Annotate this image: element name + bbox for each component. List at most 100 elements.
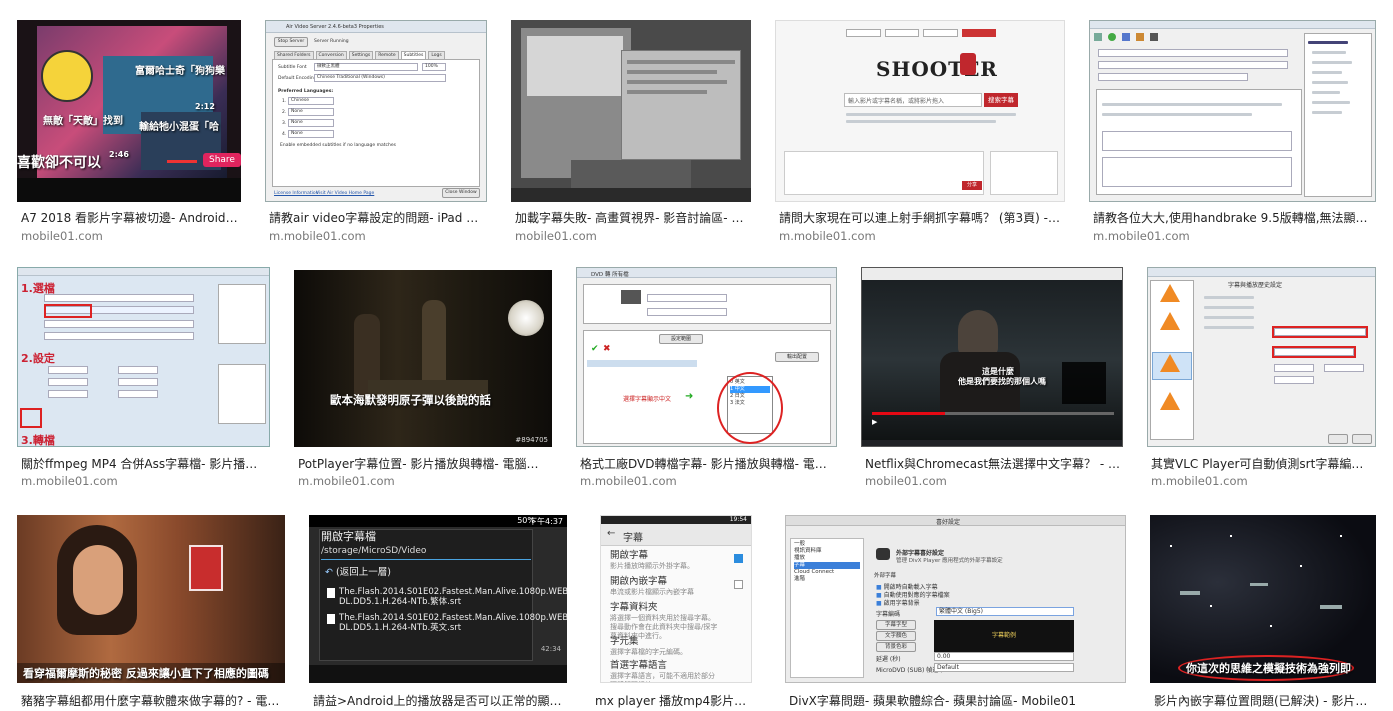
- result-card-2[interactable]: Air Video Server 2.4.6-beta3 Properties …: [265, 20, 487, 244]
- thumb6-section-3: 3.轉檔: [21, 434, 55, 447]
- result-thumbnail-10[interactable]: 字幕與播放歷史設定: [1147, 267, 1376, 447]
- result-caption-5[interactable]: 請教各位大大,使用handbrake 9.5版轉檔,無法顯示字幕: [1093, 210, 1374, 226]
- thumb8-highlight-ring: [717, 372, 783, 444]
- file-icon: [327, 614, 335, 624]
- check-icon: ✔: [591, 344, 599, 354]
- result-card-10[interactable]: 字幕與播放歷史設定 其實VLC Player可自動偵測srt字幕編碼- 電腦軟體…: [1147, 267, 1376, 491]
- thumb10-highlight-box-2: [1272, 346, 1356, 358]
- result-card-12[interactable]: 50% 下午4:37 開啟字幕檔 /storage/MicroSD/Video …: [309, 515, 567, 711]
- thumb2-embed-option: Enable embedded subtitles if no language…: [280, 143, 396, 148]
- result-caption-1[interactable]: A7 2018 看影片字幕被切邊- Android手機- 手機討論區- Mobi…: [21, 210, 239, 226]
- thumb2-lang-num: 3.: [282, 121, 287, 126]
- thumb2-font-label: Subtitle Font: [278, 65, 307, 70]
- thumb1-subtitle-4: 喜歡卻不可以: [17, 155, 101, 171]
- thumb12-path: /storage/MicroSD/Video: [321, 546, 427, 556]
- thumb14-delay-label: 延遲 (秒): [876, 656, 901, 663]
- result-thumbnail-2[interactable]: Air Video Server 2.4.6-beta3 Properties …: [265, 20, 487, 202]
- lamp-icon: [508, 300, 544, 336]
- result-caption-3[interactable]: 加載字幕失敗- 高畫質視界- 影音討論區- Mobile01: [515, 210, 749, 226]
- dvd-icon: [621, 290, 641, 304]
- result-caption-15[interactable]: 影片內嵌字幕位置問題(已解決) - 影片播放與轉檔: [1154, 693, 1374, 709]
- thumb7-watermark: #894705: [515, 436, 548, 444]
- thumb13-item-title: 字元集: [610, 636, 639, 647]
- result-card-3[interactable]: 加載字幕失敗- 高畫質視界- 影音討論區- Mobile01 mobile01.…: [511, 20, 751, 244]
- thumb14-desc: 管理 DivX Player 應用程式的外部字幕設定: [896, 558, 1003, 564]
- result-thumbnail-15[interactable]: 你這次的思維之模擬技術為強列即: [1150, 515, 1376, 683]
- back-arrow-icon: ↶: [325, 567, 336, 578]
- result-thumbnail-14[interactable]: 喜好設定 一般 視訊資料庫 播放 字幕 Cloud Connect 進階 外部字…: [785, 515, 1126, 683]
- playing-card-icon: [189, 545, 223, 591]
- thumb6-highlight-box: [44, 304, 92, 318]
- result-card-15[interactable]: 你這次的思維之模擬技術為強列即 影片內嵌字幕位置問題(已解決) - 影片播放與轉…: [1150, 515, 1376, 711]
- thumb2-lang-num: 1.: [282, 99, 287, 104]
- thumb2-lang-field: None: [288, 108, 334, 116]
- result-card-7[interactable]: 歐本海默發明原子彈以後說的話 #894705 PotPlayer字幕位置- 影片…: [294, 267, 552, 491]
- thumb1-share-badge: Share: [203, 153, 241, 167]
- result-domain-7: m.mobile01.com: [298, 474, 395, 488]
- vlc-cone-icon: [1160, 284, 1180, 302]
- result-caption-2[interactable]: 請教air video字幕設定的問題- iPad 討論區- Mobile01: [269, 210, 485, 226]
- thumb2-license-link: License Information: [274, 191, 319, 196]
- thumb14-enc-label: 字幕編碼: [876, 611, 901, 618]
- result-card-5[interactable]: 請教各位大大,使用handbrake 9.5版轉檔,無法顯示字幕 m.mobil…: [1089, 20, 1376, 244]
- thumb6-highlight-box-2: [20, 408, 42, 428]
- thumb14-group: 外部字幕: [874, 573, 897, 579]
- result-card-8[interactable]: DVD 轉 所有檔 設定範圍 輸出配置 ✔ ✖ 選擇字幕顯示中文 ➜ 0 英文 …: [576, 267, 837, 491]
- result-thumbnail-7[interactable]: 歐本海默發明原子彈以後說的話 #894705: [294, 270, 552, 447]
- thumb14-side-item: Cloud Connect: [794, 569, 835, 575]
- thumb1-subtitle-2: 無敵「天敵」找到: [43, 116, 123, 127]
- thumb14-enc-select: 繁體中文 (Big5): [936, 607, 1074, 616]
- result-thumbnail-3[interactable]: [511, 20, 751, 202]
- result-caption-10[interactable]: 其實VLC Player可自動偵測srt字幕編碼- 電腦軟體: [1151, 456, 1374, 472]
- result-caption-13[interactable]: mx player 播放mp4影片如何外掛字幕: [595, 693, 753, 709]
- result-thumbnail-12[interactable]: 50% 下午4:37 開啟字幕檔 /storage/MicroSD/Video …: [309, 515, 567, 683]
- thumb14-preview: 字幕範例: [934, 620, 1074, 652]
- thumb12-up-label: (返回上一層): [335, 567, 391, 578]
- result-card-6[interactable]: 1.選檔 2.設定 3.轉檔 關於ffmpeg MP4 合併Ass字幕檔- 影片…: [17, 267, 270, 491]
- result-thumbnail-11[interactable]: 看穿福爾摩斯的秘密 反過來讓小直下了相應的圖碼: [17, 515, 285, 683]
- result-thumbnail-9[interactable]: 這是什麼 他是我們要找的那個人嗎 ▶: [861, 267, 1123, 447]
- result-thumbnail-4[interactable]: SHOOTER 輸入影片或字幕名稱，或將影片拖入 搜索字幕 分享: [775, 20, 1065, 202]
- result-card-4[interactable]: SHOOTER 輸入影片或字幕名稱，或將影片拖入 搜索字幕 分享 請問大家現在可…: [775, 20, 1065, 244]
- result-caption-8[interactable]: 格式工廠DVD轉檔字幕- 影片播放與轉檔- 電腦軟體: [580, 456, 835, 472]
- result-thumbnail-13[interactable]: 19:54 ← 字幕 開啟字幕 影片播放時顯示外掛字幕。 開啟內嵌字幕 串流或影…: [600, 515, 752, 683]
- thumb14-bg-button: 背景色彩: [876, 642, 916, 652]
- thumb14-side-item: 進階: [794, 576, 806, 582]
- result-thumbnail-5[interactable]: [1089, 20, 1376, 202]
- thumb8-hint: 選擇字幕顯示中文: [623, 396, 672, 403]
- result-caption-6[interactable]: 關於ffmpeg MP4 合併Ass字幕檔- 影片播放與轉檔- 電腦: [21, 456, 268, 472]
- thumb13-item-sub: 選擇字幕檔的字元編碼。: [610, 648, 687, 656]
- thumb14-side-item: 播放: [794, 555, 806, 561]
- result-thumbnail-1[interactable]: 富爾哈士奇「狗狗樂 無敵「天敵」找到 輸給牠小混蛋「哈 喜歡卻不可以 2:12 …: [17, 20, 241, 202]
- result-card-13[interactable]: 19:54 ← 字幕 開啟字幕 影片播放時顯示外掛字幕。 開啟內嵌字幕 串流或影…: [595, 515, 753, 711]
- result-caption-14[interactable]: DivX字幕問題- 蘋果軟體綜合- 蘋果討論區- Mobile01: [789, 693, 1124, 709]
- thumb14-format-select: Default: [934, 663, 1074, 672]
- result-caption-4[interactable]: 請問大家現在可以連上射手網抓字幕嗎？ (第3頁) - 電腦軟體: [779, 210, 1063, 226]
- result-domain-8: m.mobile01.com: [580, 474, 677, 488]
- result-card-11[interactable]: 看穿福爾摩斯的秘密 反過來讓小直下了相應的圖碼 豬豬字幕組都用什麼字幕軟體來做字…: [17, 515, 285, 711]
- result-thumbnail-6[interactable]: 1.選檔 2.設定 3.轉檔: [17, 267, 270, 447]
- thumb1-subtitle-3: 輸給牠小混蛋「哈: [139, 122, 219, 133]
- result-card-9[interactable]: 這是什麼 他是我們要找的那個人嗎 ▶ Netflix與Chromecast無法選…: [861, 267, 1123, 491]
- thumb1-subtitle-1: 富爾哈士奇「狗狗樂: [135, 66, 225, 77]
- vlc-cone-icon: [1160, 312, 1180, 330]
- thumb14-color-button: 文字顏色: [876, 631, 916, 641]
- thumb2-lang-field: None: [288, 119, 334, 127]
- thumb13-item-title: 字幕資料夾: [610, 602, 658, 613]
- thumb14-side-item: 字幕: [794, 562, 860, 569]
- result-caption-11[interactable]: 豬豬字幕組都用什麼字幕軟體來做字幕的? - 電腦軟體: [21, 693, 283, 709]
- thumb14-side-item: 視訊資料庫: [794, 548, 822, 554]
- result-caption-9[interactable]: Netflix與Chromecast無法選擇中文字幕？ - 影音: [865, 456, 1121, 472]
- thumb8-range-button: 設定範圍: [659, 334, 703, 344]
- result-thumbnail-8[interactable]: DVD 轉 所有檔 設定範圍 輸出配置 ✔ ✖ 選擇字幕顯示中文 ➜ 0 英文 …: [576, 267, 837, 447]
- thumb2-stop-button: Stop Server: [274, 37, 308, 47]
- thumb14-option-3: ■ 啟用字幕背景: [876, 598, 920, 607]
- thumb13-header: 字幕: [623, 533, 643, 544]
- result-domain-2: m.mobile01.com: [269, 229, 366, 243]
- checkbox-checked-icon: [734, 554, 743, 563]
- result-caption-12[interactable]: 請益>Android上的播放器是否可以正常的顯示字幕: [313, 693, 565, 709]
- result-card-1[interactable]: 富爾哈士奇「狗狗樂 無敵「天敵」找到 輸給牠小混蛋「哈 喜歡卻不可以 2:12 …: [17, 20, 241, 244]
- result-caption-7[interactable]: PotPlayer字幕位置- 影片播放與轉檔- 電腦軟體: [298, 456, 550, 472]
- thumb14-option-label: 啟用字幕背景: [883, 600, 920, 607]
- result-card-14[interactable]: 喜好設定 一般 視訊資料庫 播放 字幕 Cloud Connect 進階 外部字…: [785, 515, 1126, 711]
